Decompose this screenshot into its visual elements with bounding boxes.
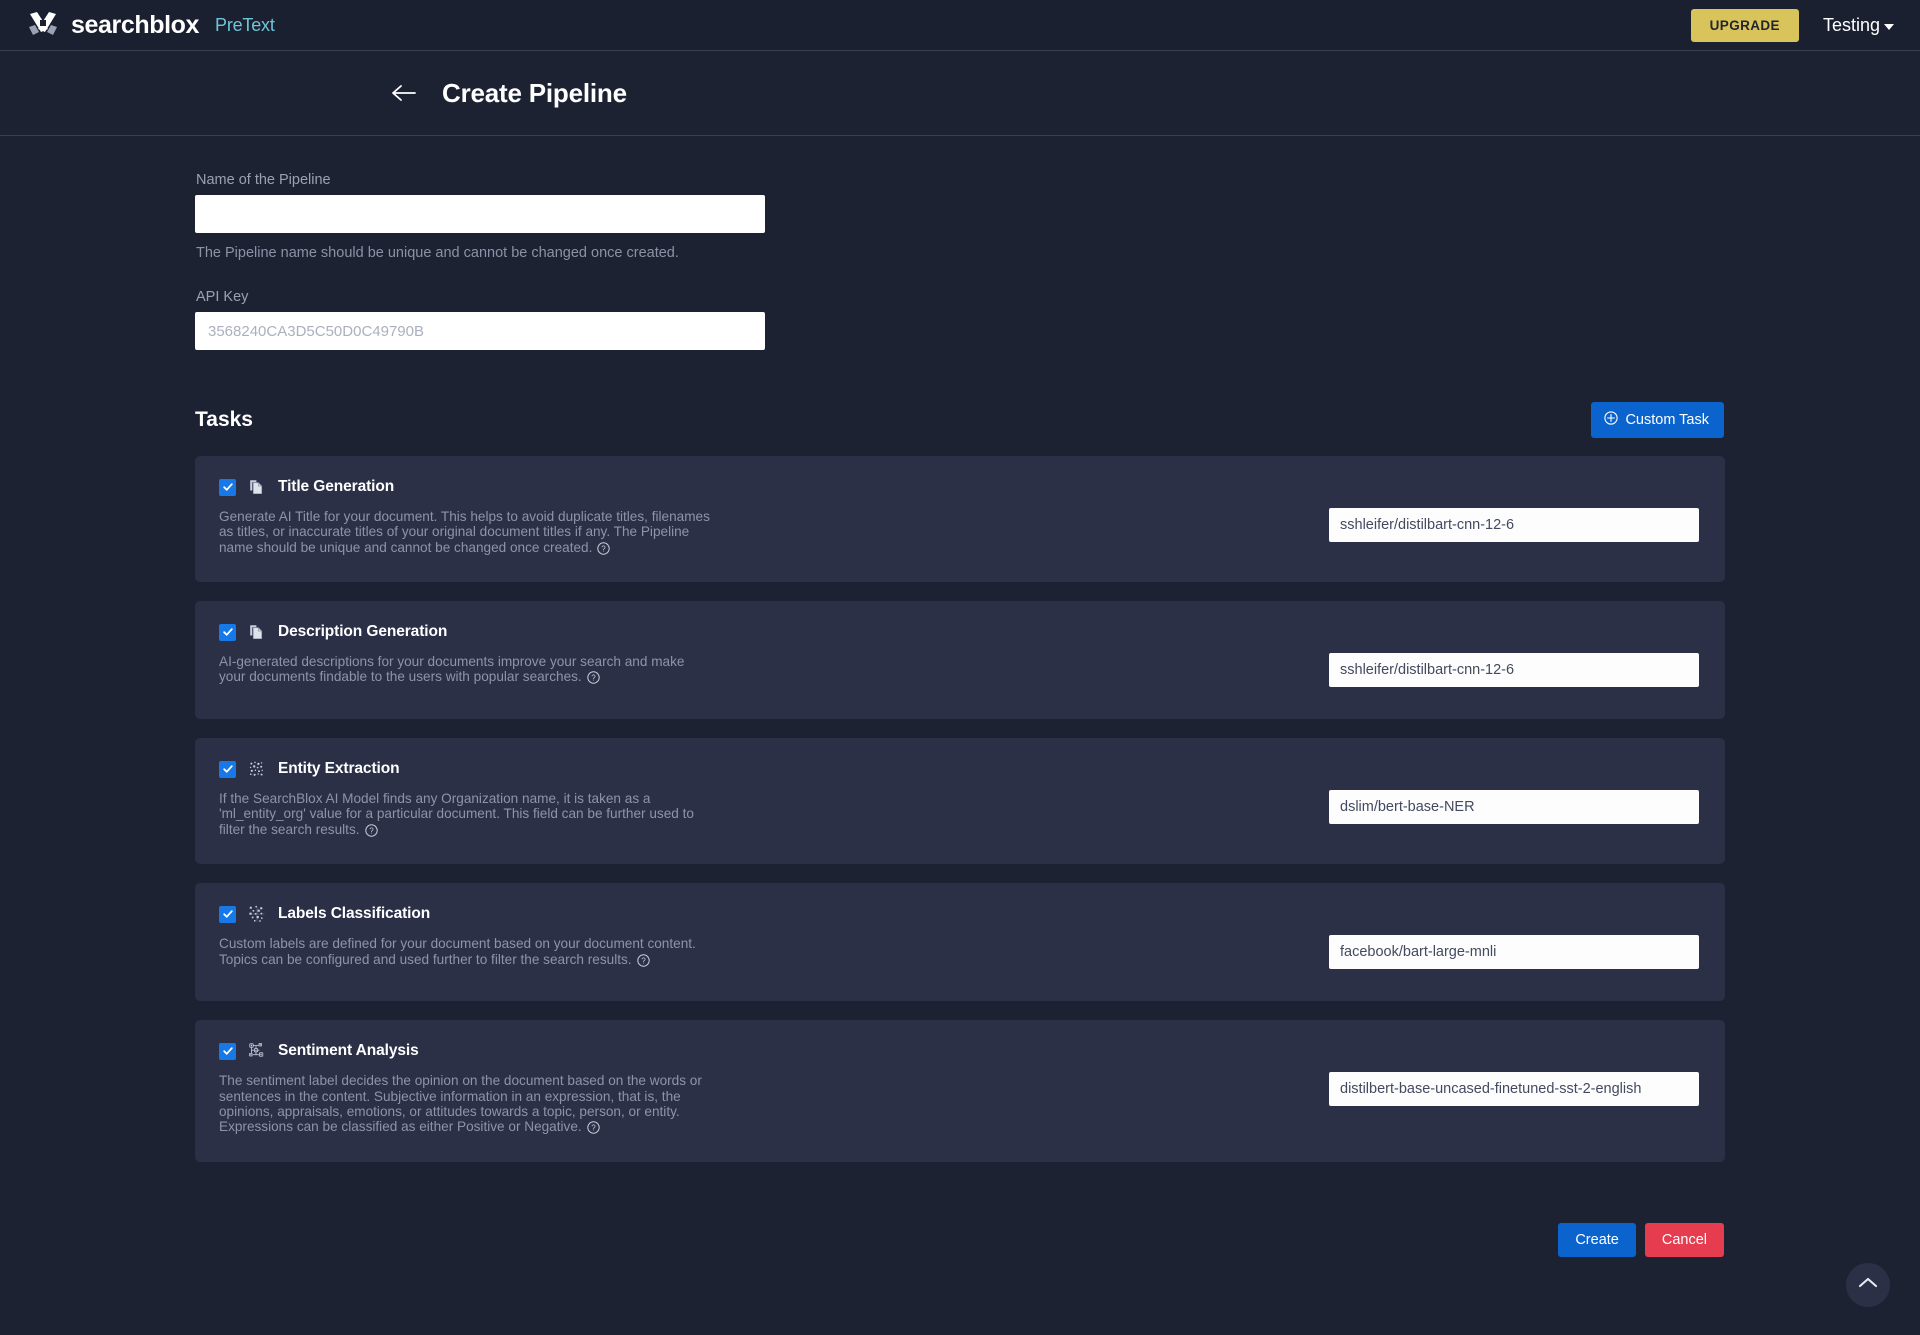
task-model-input-title-generation[interactable] <box>1329 508 1699 542</box>
task-info: Description Generation AI-generated descr… <box>219 623 739 688</box>
task-description: If the SearchBlox AI Model finds any Org… <box>219 791 714 840</box>
task-title: Title Generation <box>278 478 395 495</box>
user-menu[interactable]: Testing <box>1823 15 1898 36</box>
task-model-input-entity-extraction[interactable] <box>1329 790 1699 825</box>
task-description: Custom labels are defined for your docum… <box>219 936 714 970</box>
upgrade-button[interactable]: UPGRADE <box>1690 8 1799 42</box>
pipeline-name-label: Name of the Pipeline <box>196 172 331 188</box>
copy-document-icon <box>248 478 266 496</box>
task-model-input-description-generation[interactable] <box>1329 653 1699 688</box>
scroll-to-top-button[interactable] <box>1846 1263 1890 1307</box>
custom-task-button[interactable]: Custom Task <box>1591 402 1724 438</box>
page-content: Name of the Pipeline The Pipeline name s… <box>0 136 1920 1257</box>
svg-text:?: ? <box>591 1124 596 1133</box>
task-description: The sentiment label decides the opinion … <box>219 1073 714 1137</box>
task-card-sentiment-analysis: Sentiment Analysis The sentiment label de… <box>195 1020 1725 1162</box>
task-title: Sentiment Analysis <box>278 1042 419 1060</box>
task-checkbox-description-generation[interactable] <box>219 623 236 641</box>
svg-text:?: ? <box>602 544 607 553</box>
task-description: Generate AI Title for your document. Thi… <box>219 509 714 558</box>
task-header: Description Generation <box>219 623 739 641</box>
task-header: Labels Classification <box>219 905 739 923</box>
task-header: Entity Extraction <box>219 760 739 778</box>
task-info: Labels Classification Custom labels are d… <box>219 905 739 970</box>
label-cluster-icon <box>248 905 266 923</box>
chevron-down-icon <box>1884 23 1894 30</box>
cancel-button[interactable]: Cancel <box>1644 1222 1724 1257</box>
node-graph-icon <box>248 1042 266 1060</box>
question-circle-icon[interactable]: ? <box>597 542 611 558</box>
task-description-text: If the SearchBlox AI Model finds any Org… <box>219 791 694 837</box>
task-card-description-generation: Description Generation AI-generated descr… <box>195 601 1725 720</box>
page-title: Create Pipeline <box>442 77 627 108</box>
navbar-right: UPGRADE Testing <box>1690 8 1898 42</box>
task-title: Description Generation <box>278 623 448 641</box>
task-card-labels-classification: Labels Classification Custom labels are d… <box>195 883 1725 1002</box>
tasks-title: Tasks <box>195 408 253 431</box>
pipeline-name-help: The Pipeline name should be unique and c… <box>196 245 679 261</box>
brand-subtitle: PreText <box>215 14 275 35</box>
api-key-label: API Key <box>196 289 249 305</box>
task-info: Title Generation Generate AI Title for yo… <box>219 478 739 558</box>
question-circle-icon[interactable]: ? <box>636 953 650 970</box>
task-description: AI-generated descriptions for your docum… <box>219 654 714 688</box>
tasks-header: Tasks Custom Task <box>195 402 1725 438</box>
task-header: Sentiment Analysis <box>219 1042 739 1060</box>
user-menu-label: Testing <box>1822 14 1880 35</box>
task-model-wrap <box>1329 760 1699 825</box>
task-model-wrap <box>1329 623 1699 688</box>
task-header: Title Generation <box>219 478 739 496</box>
task-card-entity-extraction: Entity Extraction If the SearchBlox AI Mo… <box>195 738 1725 865</box>
brand[interactable]: searchblox PreText <box>26 8 275 42</box>
content-container: Name of the Pipeline The Pipeline name s… <box>195 172 1725 1257</box>
back-button[interactable] <box>390 80 416 106</box>
task-model-wrap <box>1329 1042 1699 1107</box>
task-info: Entity Extraction If the SearchBlox AI Mo… <box>219 760 739 840</box>
plus-circle-icon <box>1604 411 1619 429</box>
brand-name: searchblox <box>71 10 200 39</box>
copy-document-icon <box>248 623 266 641</box>
task-description-text: Generate AI Title for your document. Thi… <box>219 509 710 555</box>
top-navbar: searchblox PreText UPGRADE Testing <box>0 0 1920 51</box>
task-model-input-sentiment-analysis[interactable] <box>1329 1072 1699 1107</box>
create-button[interactable]: Create <box>1558 1222 1636 1257</box>
task-title: Labels Classification <box>278 905 431 923</box>
task-card-list: Title Generation Generate AI Title for yo… <box>195 456 1725 1162</box>
searchblox-x-logo-icon <box>26 8 60 42</box>
question-circle-icon[interactable]: ? <box>586 1121 600 1137</box>
scatter-dots-icon <box>248 760 266 778</box>
task-title: Entity Extraction <box>278 760 400 778</box>
api-key-input[interactable] <box>195 312 765 350</box>
form-actions: Create Cancel <box>195 1222 1725 1257</box>
svg-text:?: ? <box>641 956 646 965</box>
svg-text:?: ? <box>369 826 374 835</box>
custom-task-label: Custom Task <box>1625 412 1709 428</box>
task-description-text: Custom labels are defined for your docum… <box>219 936 696 967</box>
page-header: Create Pipeline <box>0 51 1920 136</box>
task-model-wrap <box>1329 905 1699 970</box>
pipeline-name-input[interactable] <box>195 195 765 233</box>
svg-text:?: ? <box>591 674 596 683</box>
task-card-title-generation: Title Generation Generate AI Title for yo… <box>195 456 1725 583</box>
task-description-text: AI-generated descriptions for your docum… <box>219 654 685 685</box>
task-checkbox-title-generation[interactable] <box>219 478 236 496</box>
question-circle-icon[interactable]: ? <box>587 671 600 687</box>
task-info: Sentiment Analysis The sentiment label de… <box>219 1042 739 1137</box>
task-model-input-labels-classification[interactable] <box>1329 935 1699 970</box>
task-checkbox-sentiment-analysis[interactable] <box>219 1042 236 1060</box>
task-checkbox-labels-classification[interactable] <box>219 905 236 923</box>
task-description-text: The sentiment label decides the opinion … <box>219 1073 702 1135</box>
chevron-up-icon <box>1858 1276 1878 1294</box>
question-circle-icon[interactable]: ? <box>364 824 378 840</box>
task-model-wrap <box>1329 478 1699 542</box>
task-checkbox-entity-extraction[interactable] <box>219 760 236 778</box>
